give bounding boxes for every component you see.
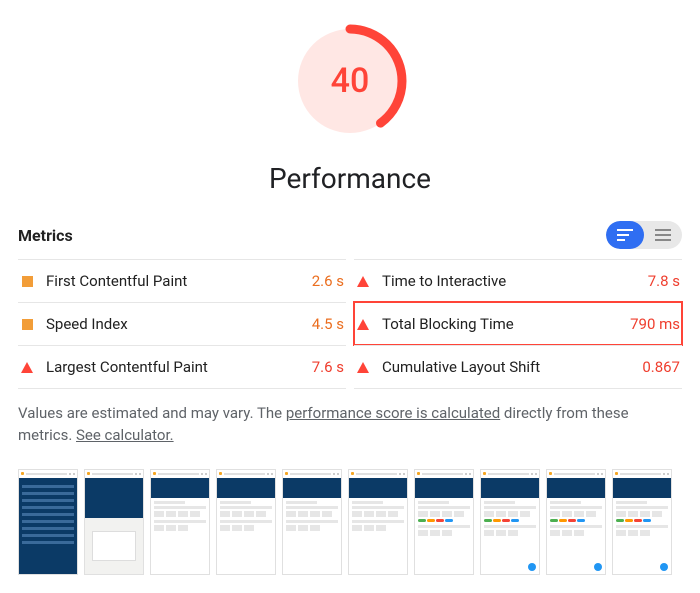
score-gauge: 40 xyxy=(18,22,682,144)
metric-label: Total Blocking Time xyxy=(382,315,630,333)
score-value: 40 xyxy=(291,22,409,140)
filmstrip-frame[interactable] xyxy=(612,469,672,575)
metric-row[interactable]: Time to Interactive7.8 s xyxy=(354,259,682,302)
metric-value: 4.5 s xyxy=(312,315,344,333)
fail-icon xyxy=(356,274,370,288)
metric-row[interactable]: Largest Contentful Paint7.6 s xyxy=(18,345,346,389)
fail-icon xyxy=(356,360,370,374)
filmstrip-frame[interactable] xyxy=(216,469,276,575)
metrics-heading: Metrics xyxy=(18,226,73,245)
filmstrip-frame[interactable] xyxy=(546,469,606,575)
fail-icon xyxy=(356,317,370,331)
filmstrip-frame[interactable] xyxy=(282,469,342,575)
filmstrip-frame[interactable] xyxy=(150,469,210,575)
metric-value: 0.867 xyxy=(642,358,680,376)
horizontal-lines-icon xyxy=(617,229,633,241)
see-calculator-link[interactable]: See calculator. xyxy=(76,426,174,444)
metric-value: 790 ms xyxy=(630,315,680,333)
metrics-table: First Contentful Paint2.6 sTime to Inter… xyxy=(18,259,682,389)
page-title: Performance xyxy=(18,162,682,195)
warn-icon xyxy=(20,317,34,331)
view-detailed-button[interactable] xyxy=(644,221,682,249)
metric-label: Largest Contentful Paint xyxy=(46,358,312,376)
metric-value: 7.8 s xyxy=(648,272,680,290)
metric-label: Speed Index xyxy=(46,315,312,333)
filmstrip-frame[interactable] xyxy=(348,469,408,575)
metric-value: 2.6 s xyxy=(312,272,344,290)
filmstrip-frame[interactable] xyxy=(18,469,78,575)
view-toggle xyxy=(606,221,682,249)
filmstrip xyxy=(18,469,682,575)
score-calculation-link[interactable]: performance score is calculated xyxy=(286,404,500,422)
footnote: Values are estimated and may vary. The p… xyxy=(18,403,682,447)
filmstrip-frame[interactable] xyxy=(480,469,540,575)
filmstrip-frame[interactable] xyxy=(84,469,144,575)
metric-row[interactable]: Total Blocking Time790 ms xyxy=(354,302,682,345)
metric-label: Time to Interactive xyxy=(382,272,648,290)
metric-row[interactable]: Speed Index4.5 s xyxy=(18,302,346,345)
filmstrip-frame[interactable] xyxy=(414,469,474,575)
list-icon xyxy=(655,229,671,241)
warn-icon xyxy=(20,274,34,288)
metric-label: First Contentful Paint xyxy=(46,272,312,290)
metric-row[interactable]: First Contentful Paint2.6 s xyxy=(18,259,346,302)
fail-icon xyxy=(20,360,34,374)
view-condensed-button[interactable] xyxy=(606,221,644,249)
metric-row[interactable]: Cumulative Layout Shift0.867 xyxy=(354,345,682,389)
metric-value: 7.6 s xyxy=(312,358,344,376)
metric-label: Cumulative Layout Shift xyxy=(382,358,642,376)
